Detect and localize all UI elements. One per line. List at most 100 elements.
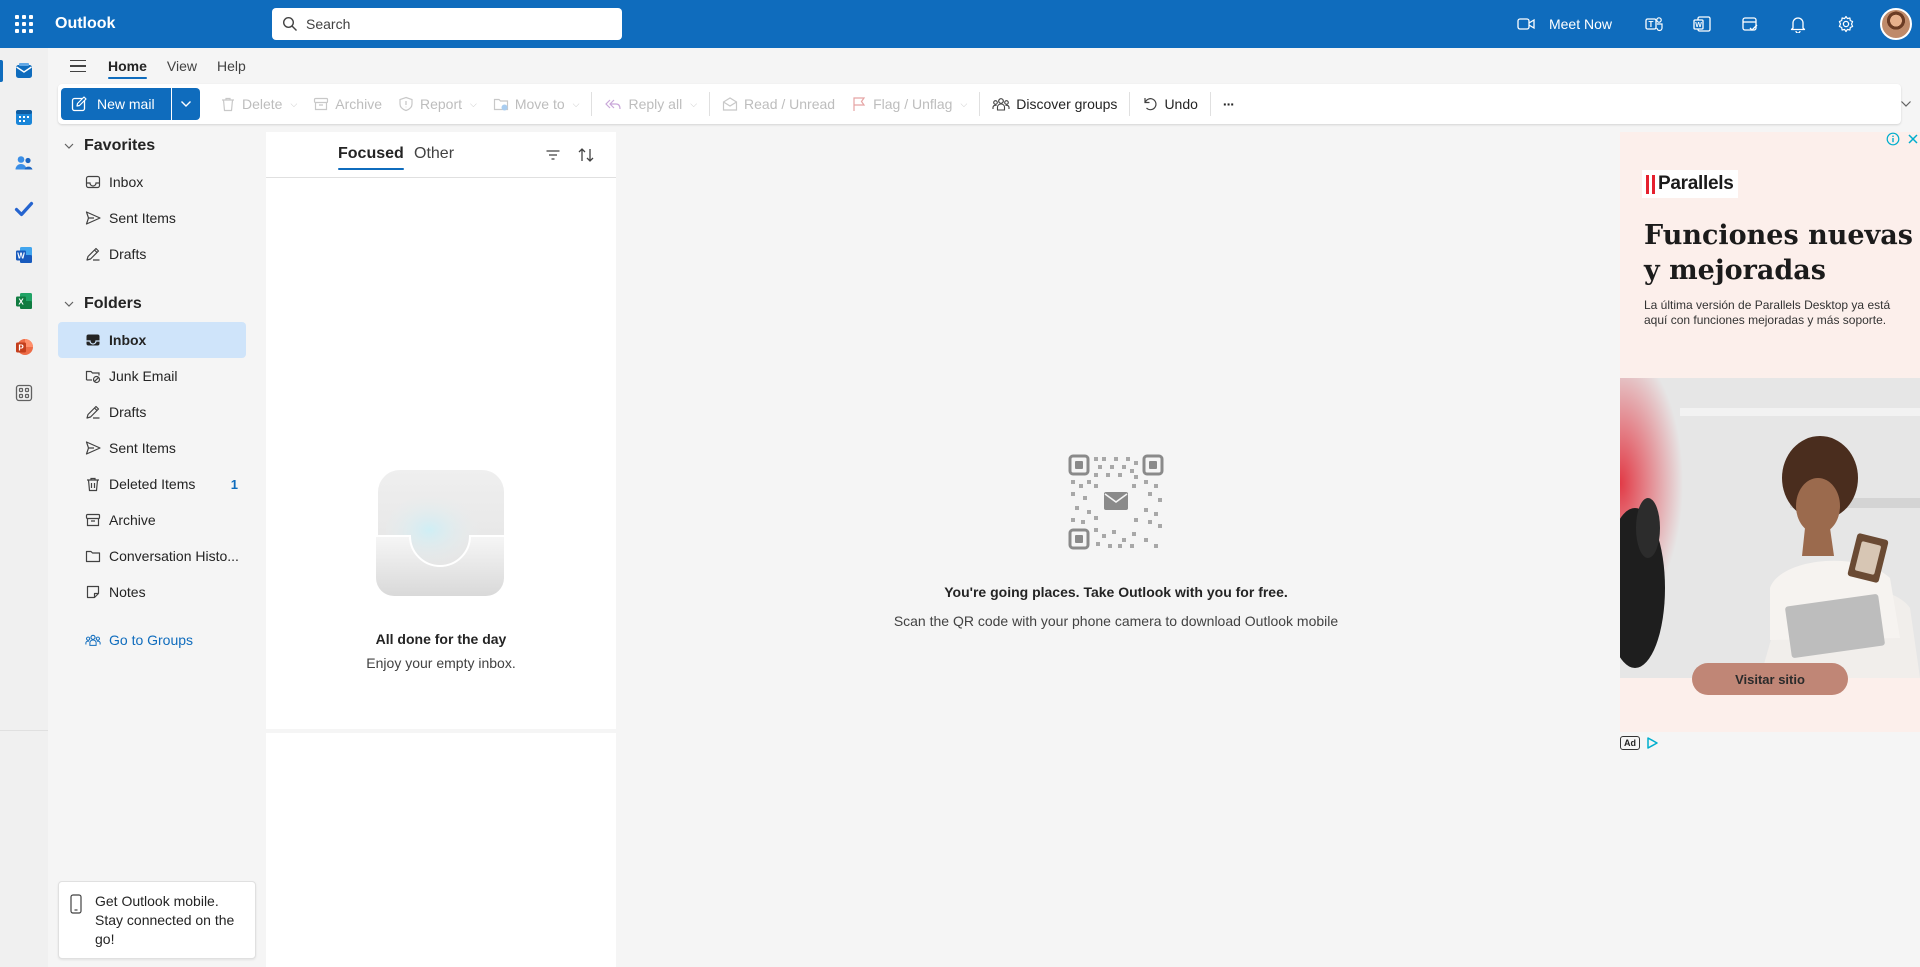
filter-icon[interactable] [545,147,561,163]
people-community-icon [992,98,1010,111]
envelope-open-icon [722,97,738,111]
close-icon[interactable] [1906,132,1920,146]
my-day-button[interactable] [1726,0,1774,48]
sort-icon[interactable] [577,147,595,163]
discover-groups-button[interactable]: Discover groups [984,88,1125,120]
folder-label: Archive [109,512,156,528]
folder-sent-items[interactable]: Sent Items [58,430,246,466]
trash-icon [87,477,99,492]
compose-icon [71,96,87,112]
rail-more-apps[interactable] [0,370,48,416]
search-input[interactable]: Search [272,8,622,40]
ad-photo-illustration [1620,378,1920,678]
new-mail-button[interactable]: New mail [61,88,171,120]
rail-mail[interactable] [0,48,48,94]
reading-pane-subtitle: Scan the QR code with your phone camera … [893,613,1339,629]
adchoices-icon [1647,737,1658,749]
favorite-inbox[interactable]: Inbox [58,164,246,200]
powerpoint-icon: P [16,339,33,355]
app-title[interactable]: Outlook [55,15,272,33]
calendar-check-icon [1742,17,1758,31]
meet-now-button[interactable]: Meet Now [1517,16,1612,32]
new-mail-dropdown[interactable] [172,88,200,120]
folder-label: Inbox [109,174,144,190]
tab-home[interactable]: Home [98,48,157,84]
ad-banner[interactable]: Parallels Funciones nuevas y mejoradas L… [1620,132,1920,732]
rail-calendar[interactable] [0,94,48,140]
ribbon-divider [591,92,593,116]
move-to-button[interactable]: Move to ⌵ [485,88,588,120]
favorite-drafts[interactable]: Drafts [58,236,246,272]
chevron-down-icon [181,101,191,107]
folders-header[interactable]: Folders [48,286,258,322]
folder-label: Conversation Histo... [109,548,239,564]
read-unread-label: Read / Unread [744,96,836,112]
folder-notes[interactable]: Notes [58,574,246,610]
tab-other[interactable]: Other [414,145,454,163]
rail-people[interactable] [0,140,48,186]
teams-button[interactable]: T [1630,0,1678,48]
folder-label: Drafts [109,404,147,420]
tab-help[interactable]: Help [207,48,256,84]
app-launcher-button[interactable] [0,0,48,48]
notifications-button[interactable] [1774,0,1822,48]
undo-button[interactable]: Undo [1134,88,1205,120]
rail-word[interactable]: W [0,232,48,278]
folder-conversation-history[interactable]: Conversation Histo... [58,538,246,574]
undo-icon [1144,98,1157,111]
ad-cta-button[interactable]: Visitar sitio [1692,663,1848,695]
delete-button[interactable]: Delete ⌵ [212,88,305,120]
folder-archive[interactable]: Archive [58,502,246,538]
meet-now-label: Meet Now [1548,16,1612,32]
move-to-label: Move to [514,96,565,112]
folder-deleted-items[interactable]: Deleted Items 1 [58,466,246,502]
folder-label: Notes [109,584,146,600]
send-icon [85,441,101,455]
ad-controls [1886,132,1920,146]
rail-divider [0,730,48,731]
ribbon-collapse-icon[interactable] [1900,100,1912,108]
folder-junk-email[interactable]: Junk Email [58,358,246,394]
get-outlook-mobile-card[interactable]: Get Outlook mobile. Stay connected on th… [58,881,256,959]
rail-excel[interactable]: X [0,278,48,324]
folder-inbox[interactable]: Inbox [58,322,246,358]
chevron-down-icon [64,301,74,307]
undo-label: Undo [1164,96,1198,112]
calendar-icon [16,110,32,125]
flag-unflag-button[interactable]: Flag / Unflag ⌵ [843,88,975,120]
excel-icon: X [16,293,32,309]
people-icon [15,156,33,170]
ribbon-divider [709,92,711,116]
tab-view[interactable]: View [157,48,207,84]
read-unread-button[interactable]: Read / Unread [714,88,843,120]
ad-headline: Funciones nuevas y mejoradas [1644,220,1913,286]
favorite-sent-items[interactable]: Sent Items [58,200,246,236]
folder-drafts[interactable]: Drafts [58,394,246,430]
folders-label: Folders [84,295,142,312]
rail-to-do[interactable] [0,186,48,232]
svg-text:W: W [17,251,25,260]
settings-button[interactable] [1822,0,1870,48]
archive-button[interactable]: Archive [305,88,390,120]
word-icon: W [1693,16,1711,32]
empty-inbox-subtitle: Enjoy your empty inbox. [366,655,516,671]
more-options-button[interactable]: ··· [1215,88,1242,120]
info-icon[interactable] [1886,132,1900,146]
delete-label: Delete [242,96,283,112]
navigation-pane-toggle[interactable] [58,48,98,84]
report-button[interactable]: Report ⌵ [390,88,485,120]
rail-powerpoint[interactable]: P [0,324,48,370]
bell-icon [1790,17,1806,33]
tab-focused[interactable]: Focused [338,145,404,170]
reply-all-button[interactable]: Reply all ⌵ [596,88,705,120]
account-avatar[interactable] [1880,8,1912,40]
favorites-header[interactable]: Favorites [48,128,258,164]
svg-text:W: W [1695,22,1702,29]
word-web-button[interactable]: W [1678,0,1726,48]
folder-label: Sent Items [109,440,176,456]
junk-icon [85,370,101,384]
chevron-down-icon [64,143,74,149]
ribbon-divider [979,92,981,116]
go-to-groups-link[interactable]: Go to Groups [58,622,246,658]
ad-choices[interactable]: Ad [1620,736,1658,750]
